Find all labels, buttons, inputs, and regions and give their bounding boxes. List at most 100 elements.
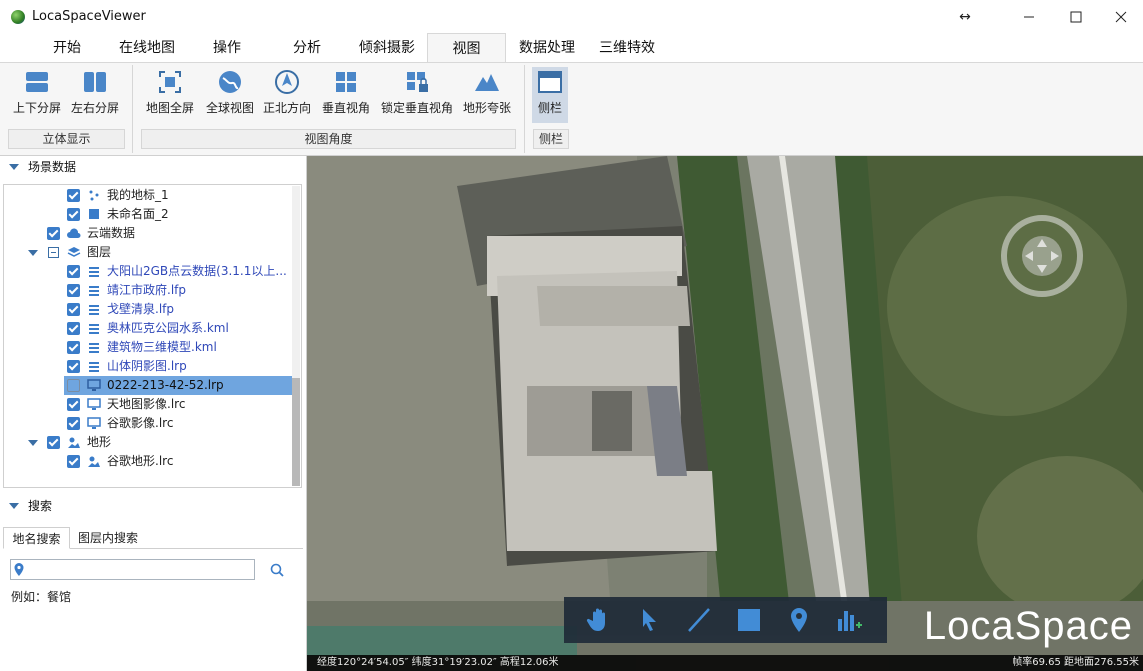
compass-north-icon xyxy=(275,70,299,94)
expand-arrow-icon[interactable] xyxy=(28,440,38,446)
tab-start[interactable]: 开始 xyxy=(38,33,96,63)
vertical-view-button[interactable]: 垂直视角 xyxy=(318,67,374,123)
tab-oblique-photo[interactable]: 倾斜摄影 xyxy=(350,33,424,63)
line-icon[interactable] xyxy=(684,605,714,635)
scene-tree: 我的地标_1 未命名面_2 云端数据 图层 大阳山2GB点云数据(3.1.1以上… xyxy=(3,184,302,488)
tab-online-map[interactable]: 在线地图 xyxy=(110,33,184,63)
tree-checkbox[interactable] xyxy=(47,436,60,449)
fullscreen-icon xyxy=(159,71,181,93)
tree-item[interactable]: 我的地标_1 xyxy=(4,186,294,205)
tree-checkbox[interactable] xyxy=(47,227,60,240)
navigation-compass-icon[interactable] xyxy=(997,211,1087,301)
tree-item[interactable]: 山体阴影图.lrp xyxy=(4,357,294,376)
tab-3d-effects[interactable]: 三维特效 xyxy=(592,33,662,63)
map-view[interactable]: LocaSpace 经度120°24′54.05″ 纬度31°19′23.02″… xyxy=(307,156,1143,671)
close-button[interactable] xyxy=(1098,0,1143,33)
expand-arrow-icon[interactable] xyxy=(28,250,38,256)
tree-item[interactable]: 未命名面_2 xyxy=(4,205,294,224)
ribbon-divider xyxy=(132,65,133,153)
layer-file-icon xyxy=(89,305,99,315)
tree-item[interactable]: 谷歌地形.lrc xyxy=(4,452,294,471)
tree-item[interactable]: 建筑物三维模型.kml xyxy=(4,338,294,357)
tab-data-processing[interactable]: 数据处理 xyxy=(512,33,582,63)
search-icon[interactable] xyxy=(270,563,284,577)
minimize-button[interactable] xyxy=(1006,0,1052,33)
collapse-arrow-icon xyxy=(9,503,19,509)
sidebar-toggle-button[interactable]: 侧栏 xyxy=(532,67,568,123)
map-fullscreen-button[interactable]: 地图全屏 xyxy=(142,67,198,123)
tree-checkbox[interactable] xyxy=(67,360,80,373)
mountain-icon xyxy=(475,74,499,91)
tree-scrollbar-thumb[interactable] xyxy=(292,378,300,486)
terrain-icon xyxy=(88,456,100,467)
terrain-exaggeration-button[interactable]: 地形夸张 xyxy=(459,67,515,123)
placemark-icon[interactable] xyxy=(784,605,814,635)
tree-checkbox[interactable] xyxy=(67,379,80,392)
tree-checkbox[interactable] xyxy=(67,303,80,316)
tree-checkbox[interactable] xyxy=(67,341,80,354)
resize-arrows-icon[interactable]: ↔ xyxy=(942,0,988,33)
split-top-bottom-button[interactable]: 上下分屏 xyxy=(8,67,66,123)
scene-data-header[interactable]: 场景数据 xyxy=(0,156,306,178)
tab-layer-search[interactable]: 图层内搜索 xyxy=(73,527,143,549)
globe-icon xyxy=(219,71,241,93)
north-up-button[interactable]: 正北方向 xyxy=(259,67,315,123)
group-stereo-label: 立体显示 xyxy=(8,129,125,149)
tree-item[interactable]: 戈壁清泉.lfp xyxy=(4,300,294,319)
tree-item[interactable]: 大阳山2GB点云数据(3.1.1以上... xyxy=(4,262,294,281)
chart-add-icon[interactable] xyxy=(834,605,864,635)
global-view-button[interactable]: 全球视图 xyxy=(202,67,258,123)
layer-file-icon xyxy=(89,362,99,372)
layer-file-icon xyxy=(89,267,99,277)
tab-place-search[interactable]: 地名搜索 xyxy=(3,527,70,549)
select-arrow-icon[interactable] xyxy=(634,605,664,635)
tab-view[interactable]: 视图 xyxy=(427,33,506,63)
tree-checkbox[interactable] xyxy=(67,417,80,430)
tab-operation[interactable]: 操作 xyxy=(198,33,256,63)
tree-checkbox[interactable] xyxy=(67,398,80,411)
tree-item-label: 大阳山2GB点云数据(3.1.1以上... xyxy=(107,264,287,278)
map-toolbar xyxy=(564,597,887,643)
split-left-right-label: 左右分屏 xyxy=(70,101,119,115)
ribbon-tabs: 开始 在线地图 操作 分析 倾斜摄影 视图 数据处理 三维特效 xyxy=(0,33,1143,63)
monitor-icon xyxy=(87,398,101,410)
tree-partial-checkbox[interactable] xyxy=(48,247,59,258)
tree-item-label: 未命名面_2 xyxy=(107,207,169,221)
tree-item[interactable]: 谷歌影像.lrc xyxy=(4,414,294,433)
tree-item[interactable]: 图层 xyxy=(4,243,294,262)
layer-file-icon xyxy=(89,343,99,353)
tab-analysis[interactable]: 分析 xyxy=(278,33,336,63)
tree-item-label: 戈壁清泉.lfp xyxy=(107,302,174,316)
lock-vertical-view-button[interactable]: 锁定垂直视角 xyxy=(378,67,456,123)
scene-data-title: 场景数据 xyxy=(28,160,77,174)
tree-checkbox[interactable] xyxy=(67,189,80,202)
coordinates-readout: 经度120°24′54.05″ 纬度31°19′23.02″ 高程12.06米 xyxy=(317,657,559,668)
tree-item-selected[interactable]: 0222-213-42-52.lrp xyxy=(64,376,294,395)
split-horizontal-icon xyxy=(26,72,48,92)
hand-icon[interactable] xyxy=(584,605,614,635)
tree-item[interactable]: 云端数据 xyxy=(4,224,294,243)
tree-checkbox[interactable] xyxy=(67,265,80,278)
fps-distance-readout: 帧率69.65 距地面276.55米 xyxy=(1012,657,1139,668)
tree-item[interactable]: 奥林匹克公园水系.kml xyxy=(4,319,294,338)
tree-checkbox[interactable] xyxy=(67,284,80,297)
window-title: LocaSpaceViewer xyxy=(32,9,146,24)
tree-item[interactable]: 天地图影像.lrc xyxy=(4,395,294,414)
tree-item-label: 谷歌影像.lrc xyxy=(107,416,174,430)
vertical-view-label: 垂直视角 xyxy=(321,101,370,115)
search-input[interactable] xyxy=(10,559,255,580)
tree-checkbox[interactable] xyxy=(67,455,80,468)
north-up-label: 正北方向 xyxy=(262,101,311,115)
tree-checkbox[interactable] xyxy=(67,208,80,221)
split-left-right-button[interactable]: 左右分屏 xyxy=(66,67,124,123)
cloud-icon xyxy=(67,228,81,238)
maximize-button[interactable] xyxy=(1053,0,1099,33)
layer-file-icon xyxy=(89,286,99,296)
rectangle-icon[interactable] xyxy=(734,605,764,635)
monitor-icon xyxy=(87,379,101,391)
tree-checkbox[interactable] xyxy=(67,322,80,335)
app-globe-icon xyxy=(11,9,25,24)
tree-item[interactable]: 靖江市政府.lfp xyxy=(4,281,294,300)
search-header[interactable]: 搜索 xyxy=(0,495,306,517)
tree-item[interactable]: 地形 xyxy=(4,433,294,452)
